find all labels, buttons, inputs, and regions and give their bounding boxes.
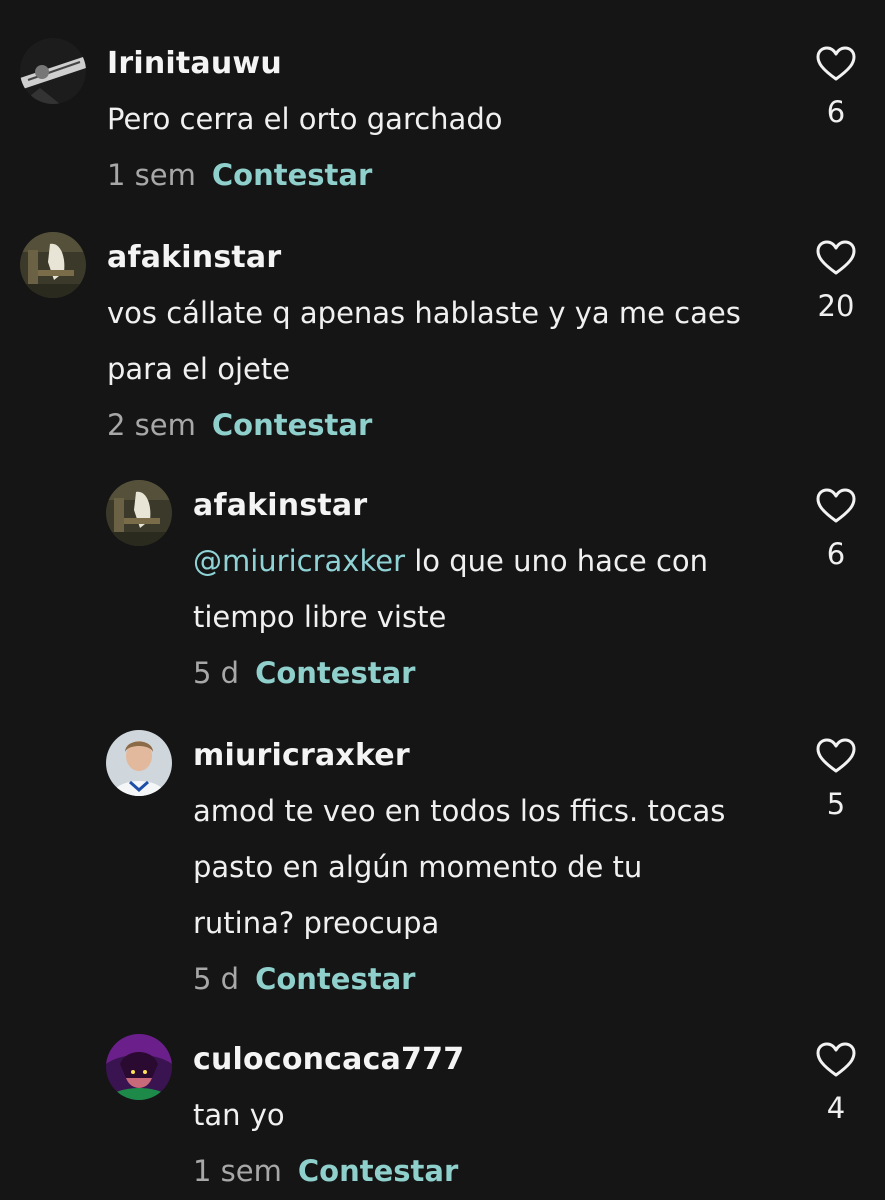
heart-icon[interactable] (816, 738, 856, 774)
comment-text-line: @miuricraxker lo que uno hace con (193, 533, 783, 589)
mention-link[interactable]: @miuricraxker (193, 544, 405, 578)
comment-text-line: Pero cerra el orto garchado (107, 102, 503, 136)
comment-text: tan yo (193, 1087, 783, 1143)
comment-username[interactable]: miuricraxker (193, 734, 783, 778)
like-column: 6 (811, 46, 861, 132)
heart-icon[interactable] (816, 46, 856, 82)
like-column: 20 (811, 240, 861, 326)
avatar[interactable] (20, 232, 86, 298)
comment-timestamp: 2 sem (107, 408, 196, 442)
avatar[interactable] (20, 38, 86, 104)
like-count: 6 (826, 95, 846, 129)
comment-meta: 1 sem Contestar (193, 1149, 783, 1193)
comment-username[interactable]: culoconcaca777 (193, 1038, 783, 1082)
comment-text-line: para el ojete (107, 352, 291, 386)
avatar[interactable] (106, 1034, 172, 1100)
reply-button[interactable]: Contestar (298, 1154, 458, 1188)
comment-meta: 1 sem Contestar (107, 153, 767, 197)
comment-text-line: tiempo libre viste (193, 600, 447, 634)
comment-text: @miuricraxker lo que uno hace con tiempo… (193, 533, 783, 645)
like-column: 6 (811, 488, 861, 574)
comment-text-line: vos cállate q apenas hablaste y ya me ca… (107, 296, 741, 330)
comment-meta: 5 d Contestar (193, 957, 783, 1001)
heart-icon[interactable] (816, 1042, 856, 1078)
comment-text-fragment: lo que uno hace con (405, 544, 709, 578)
comment-username[interactable]: afakinstar (193, 484, 783, 528)
reply-button[interactable]: Contestar (212, 158, 372, 192)
comment-text-line: tan yo (193, 1098, 285, 1132)
comment-text: Pero cerra el orto garchado (107, 91, 767, 147)
avatar[interactable] (106, 730, 172, 796)
like-count: 6 (826, 537, 846, 571)
like-count: 5 (826, 787, 846, 821)
heart-icon[interactable] (816, 240, 856, 276)
comment-text-line: rutina? preocupa (193, 906, 440, 940)
reply-button[interactable]: Contestar (212, 408, 372, 442)
comment-text: amod te veo en todos los ffics. tocas pa… (193, 783, 783, 951)
reply-button[interactable]: Contestar (255, 656, 415, 690)
heart-icon[interactable] (816, 488, 856, 524)
like-count: 20 (817, 289, 855, 323)
comment-meta: 5 d Contestar (193, 651, 783, 695)
comment-timestamp: 5 d (193, 656, 240, 690)
like-count: 4 (826, 1091, 846, 1125)
comment-timestamp: 1 sem (107, 158, 196, 192)
like-column: 5 (811, 738, 861, 824)
comment-timestamp: 5 d (193, 962, 240, 996)
reply-button[interactable]: Contestar (255, 962, 415, 996)
comment-text-line: amod te veo en todos los ffics. tocas (193, 794, 726, 828)
comment-username[interactable]: afakinstar (107, 236, 777, 280)
comment-text-line: pasto en algún momento de tu (193, 850, 643, 884)
comment-timestamp: 1 sem (193, 1154, 282, 1188)
comment-text: vos cállate q apenas hablaste y ya me ca… (107, 285, 777, 397)
like-column: 4 (811, 1042, 861, 1128)
avatar[interactable] (106, 480, 172, 546)
comment-username[interactable]: Irinitauwu (107, 42, 767, 86)
comment-meta: 2 sem Contestar (107, 403, 777, 447)
